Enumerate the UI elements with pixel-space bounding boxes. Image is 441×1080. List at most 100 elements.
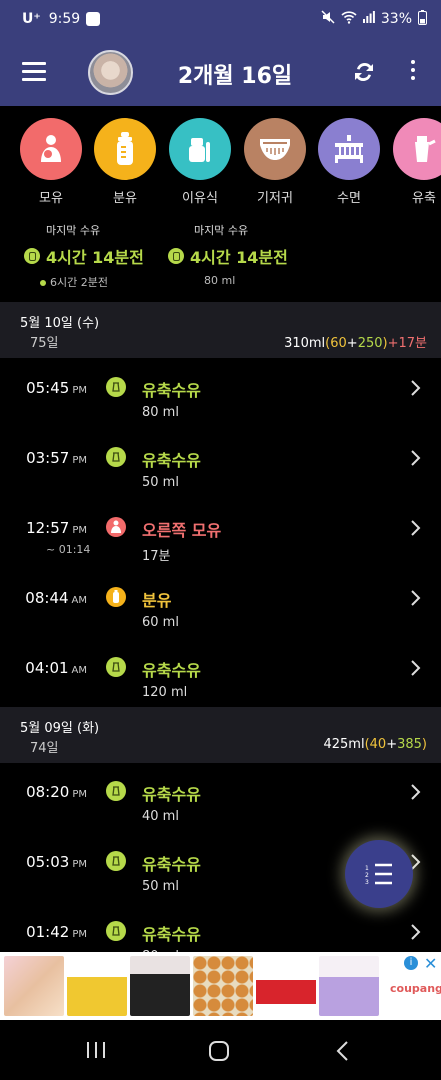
back-button[interactable]: [334, 1040, 358, 1062]
last-feed-value: 4시간 14분전: [190, 248, 288, 267]
pump-icon: [106, 447, 126, 467]
day-date: 5월 10일 (수): [20, 316, 100, 331]
carrier-label: U⁺: [22, 11, 41, 27]
entry-type: 유축수유: [142, 451, 201, 470]
breastfeeding-icon: [106, 517, 126, 537]
more-options-button[interactable]: [408, 60, 418, 84]
category-baby-food[interactable]: 이유식: [169, 118, 231, 206]
status-bar: U⁺ 9:59 33%: [0, 0, 441, 38]
back-icon: [336, 1041, 348, 1061]
bullet-icon: [40, 280, 46, 286]
last-feed-value: 4시간 14분전: [46, 248, 144, 267]
feeding-entry[interactable]: 12:57 PM ~ 01:14 오른쪽 모유 17분: [0, 507, 441, 577]
notification-icon: [86, 12, 101, 26]
ad-product-image[interactable]: [67, 956, 127, 1016]
ad-close-icon[interactable]: ✕: [424, 954, 437, 973]
day-count: 74일: [30, 741, 59, 756]
signal-icon: [362, 11, 375, 27]
category-label: 유축: [412, 191, 436, 206]
feeding-entry[interactable]: 05:45 PM 유축수유 80 ml: [0, 367, 441, 437]
pump-icon: [106, 657, 126, 677]
baby-avatar[interactable]: [88, 50, 133, 95]
ad-product-image[interactable]: [193, 956, 253, 1016]
home-button[interactable]: [208, 1040, 232, 1062]
clock: 9:59: [48, 11, 81, 27]
chevron-right-icon: [410, 923, 422, 941]
chevron-right-icon: [410, 449, 422, 467]
last-feed-title: 마지막 수유: [194, 224, 249, 237]
entry-type: 유축수유: [142, 381, 201, 400]
category-label: 기저귀: [257, 191, 293, 206]
recent-apps-button[interactable]: [85, 1040, 109, 1062]
chevron-right-icon: [410, 659, 422, 677]
pump-icon: [106, 921, 126, 941]
day-date: 5월 09일 (화): [20, 721, 100, 736]
breastfeeding-icon: [20, 118, 82, 180]
chevron-right-icon: [410, 519, 422, 537]
baby-age-title: 2개월 16일: [177, 64, 293, 89]
entry-type: 유축수유: [142, 855, 201, 874]
ad-product-image[interactable]: [4, 956, 64, 1016]
category-breastfeeding[interactable]: 모유: [20, 118, 82, 206]
category-pump[interactable]: 유축: [393, 118, 441, 206]
chevron-right-icon: [410, 379, 422, 397]
chevron-right-icon: [410, 783, 422, 801]
list-icon: 123: [365, 863, 392, 886]
category-label: 모유: [39, 191, 63, 206]
entry-type: 유축수유: [142, 785, 201, 804]
bottle-icon: [106, 587, 126, 607]
feeding-entry[interactable]: 08:44 AM 분유 60 ml: [0, 577, 441, 647]
entry-detail: 50 ml: [142, 879, 179, 894]
ad-info-icon[interactable]: i: [404, 956, 418, 970]
menu-button[interactable]: [22, 62, 46, 82]
entry-type: 유축수유: [142, 925, 201, 944]
sync-button[interactable]: [350, 58, 378, 86]
last-feed-summary[interactable]: 마지막 수유 4시간 14분전 6시간 2분전: [24, 222, 144, 290]
pump-icon: [106, 377, 126, 397]
entry-detail: 80 ml: [142, 405, 179, 420]
last-feed-sub: 80 ml: [204, 274, 236, 287]
category-bar: 모유 분유 이유식 기저귀 수면 유축: [0, 118, 441, 213]
ad-banner[interactable]: i ✕ coupang: [0, 952, 441, 1020]
entry-detail: 120 ml: [142, 685, 188, 700]
ad-product-image[interactable]: [319, 956, 379, 1016]
entry-end-time: ~ 01:14: [46, 543, 91, 556]
pump-icon: [106, 851, 126, 871]
ad-product-image[interactable]: [256, 956, 316, 1016]
pump-icon: [168, 248, 184, 264]
day-header: 5월 09일 (화) 74일 425ml(40+385): [0, 707, 441, 763]
entry-time: 08:44 AM: [25, 589, 87, 607]
entry-detail: 50 ml: [142, 475, 179, 490]
category-label: 이유식: [182, 191, 218, 206]
quick-add-button[interactable]: 123: [345, 840, 413, 908]
bottle-icon: [94, 118, 156, 180]
diaper-icon: [244, 118, 306, 180]
svg-text:2: 2: [365, 872, 369, 879]
category-diaper[interactable]: 기저귀: [244, 118, 306, 206]
category-formula[interactable]: 분유: [94, 118, 156, 206]
entry-type: 분유: [142, 591, 172, 610]
last-pump-summary[interactable]: 마지막 수유 4시간 14분전 80 ml: [168, 222, 288, 287]
app-bar: 2개월 16일: [0, 38, 441, 106]
entry-detail: 40 ml: [142, 809, 179, 824]
feeding-entry[interactable]: 08:20 PM 유축수유 40 ml: [0, 771, 441, 841]
entry-time: 03:57 PM: [26, 449, 87, 467]
recent-apps-icon: [87, 1042, 105, 1058]
day-summary: 310ml(60+250)+17분: [284, 336, 427, 351]
pump-icon: [24, 248, 40, 264]
entry-time: 05:03 PM: [26, 853, 87, 871]
entry-detail: 60 ml: [142, 615, 179, 630]
ad-product-image[interactable]: [130, 956, 190, 1016]
crib-icon: [318, 118, 380, 180]
entry-time: 04:01 AM: [25, 659, 87, 677]
day-header: 5월 10일 (수) 75일 310ml(60+250)+17분: [0, 302, 441, 358]
entry-time: 08:20 PM: [26, 783, 87, 801]
svg-text:1: 1: [365, 865, 369, 872]
chevron-right-icon: [410, 589, 422, 607]
sync-icon: [355, 62, 373, 82]
category-label: 수면: [337, 191, 361, 206]
category-sleep[interactable]: 수면: [318, 118, 380, 206]
ad-brand-label: coupang: [390, 982, 441, 995]
entry-detail: 17분: [142, 549, 171, 564]
feeding-entry[interactable]: 03:57 PM 유축수유 50 ml: [0, 437, 441, 507]
